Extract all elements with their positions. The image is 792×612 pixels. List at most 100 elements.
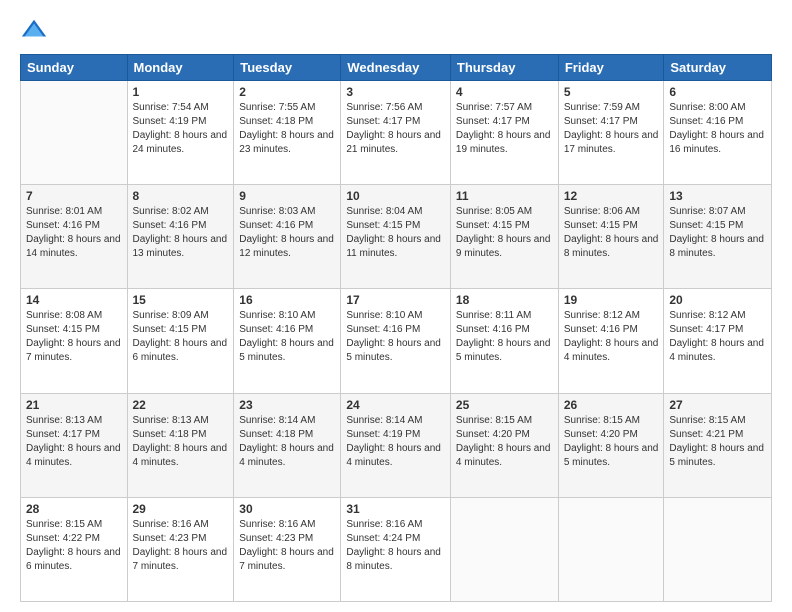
day-info: Sunrise: 7:55 AMSunset: 4:18 PMDaylight:… (239, 101, 335, 157)
calendar: SundayMondayTuesdayWednesdayThursdayFrid… (20, 54, 772, 602)
calendar-cell: 23 Sunrise: 8:14 AMSunset: 4:18 PMDayligh… (234, 393, 341, 497)
logo (20, 16, 52, 44)
calendar-cell: 22 Sunrise: 8:13 AMSunset: 4:18 PMDayligh… (127, 393, 234, 497)
day-info: Sunrise: 7:54 AMSunset: 4:19 PMDaylight:… (133, 101, 229, 157)
day-number: 1 (133, 85, 229, 99)
calendar-cell: 2Sunrise: 7:55 AMSunset: 4:18 PMDaylight… (234, 81, 341, 185)
calendar-cell: 6 Sunrise: 8:00 AMSunset: 4:16 PMDaylight… (664, 81, 772, 185)
day-info: Sunrise: 8:14 AMSunset: 4:19 PMDaylight:… (346, 414, 445, 470)
day-number: 21 (26, 398, 122, 412)
calendar-cell: 25 Sunrise: 8:15 AMSunset: 4:20 PMDayligh… (450, 393, 558, 497)
calendar-cell: 13 Sunrise: 8:07 AMSunset: 4:15 PMDayligh… (664, 185, 772, 289)
calendar-header-monday: Monday (127, 55, 234, 81)
calendar-cell: 27Sunrise: 8:15 AMSunset: 4:21 PMDayligh… (664, 393, 772, 497)
calendar-header-row: SundayMondayTuesdayWednesdayThursdayFrid… (21, 55, 772, 81)
day-info: Sunrise: 8:14 AMSunset: 4:18 PMDaylight:… (239, 414, 335, 470)
day-info: Sunrise: 7:59 AMSunset: 4:17 PMDaylight:… (564, 101, 659, 157)
day-info: Sunrise: 7:56 AMSunset: 4:17 PMDaylight:… (346, 101, 445, 157)
day-number: 9 (239, 189, 335, 203)
calendar-week-0: 1 Sunrise: 7:54 AMSunset: 4:19 PMDaylight… (21, 81, 772, 185)
day-info: Sunrise: 8:08 AMSunset: 4:15 PMDaylight:… (26, 309, 122, 365)
calendar-cell (558, 497, 664, 601)
day-number: 16 (239, 293, 335, 307)
day-number: 29 (133, 502, 229, 516)
day-number: 17 (346, 293, 445, 307)
day-number: 7 (26, 189, 122, 203)
day-info: Sunrise: 8:15 AMSunset: 4:21 PMDaylight:… (669, 414, 766, 470)
day-info: Sunrise: 8:16 AMSunset: 4:23 PMDaylight:… (239, 518, 335, 574)
day-number: 8 (133, 189, 229, 203)
calendar-cell: 18 Sunrise: 8:11 AMSunset: 4:16 PMDayligh… (450, 289, 558, 393)
day-info: Sunrise: 8:15 AMSunset: 4:20 PMDaylight:… (564, 414, 659, 470)
day-number: 5 (564, 85, 659, 99)
calendar-cell: 15Sunrise: 8:09 AMSunset: 4:15 PMDayligh… (127, 289, 234, 393)
calendar-cell: 11Sunrise: 8:05 AMSunset: 4:15 PMDayligh… (450, 185, 558, 289)
day-info: Sunrise: 8:00 AMSunset: 4:16 PMDaylight:… (669, 101, 766, 157)
day-info: Sunrise: 8:15 AMSunset: 4:22 PMDaylight:… (26, 518, 122, 574)
calendar-cell: 31Sunrise: 8:16 AMSunset: 4:24 PMDayligh… (341, 497, 451, 601)
day-info: Sunrise: 8:10 AMSunset: 4:16 PMDaylight:… (346, 309, 445, 365)
day-number: 20 (669, 293, 766, 307)
day-number: 28 (26, 502, 122, 516)
day-info: Sunrise: 8:04 AMSunset: 4:15 PMDaylight:… (346, 205, 445, 261)
calendar-week-4: 28 Sunrise: 8:15 AMSunset: 4:22 PMDayligh… (21, 497, 772, 601)
day-info: Sunrise: 8:03 AMSunset: 4:16 PMDaylight:… (239, 205, 335, 261)
page: SundayMondayTuesdayWednesdayThursdayFrid… (0, 0, 792, 612)
day-info: Sunrise: 8:06 AMSunset: 4:15 PMDaylight:… (564, 205, 659, 261)
calendar-header-friday: Friday (558, 55, 664, 81)
day-number: 14 (26, 293, 122, 307)
day-number: 22 (133, 398, 229, 412)
day-number: 15 (133, 293, 229, 307)
calendar-cell: 24 Sunrise: 8:14 AMSunset: 4:19 PMDayligh… (341, 393, 451, 497)
calendar-cell (664, 497, 772, 601)
day-number: 13 (669, 189, 766, 203)
day-number: 23 (239, 398, 335, 412)
calendar-cell: 3Sunrise: 7:56 AMSunset: 4:17 PMDaylight… (341, 81, 451, 185)
day-info: Sunrise: 8:11 AMSunset: 4:16 PMDaylight:… (456, 309, 553, 365)
day-info: Sunrise: 8:05 AMSunset: 4:15 PMDaylight:… (456, 205, 553, 261)
calendar-cell: 5 Sunrise: 7:59 AMSunset: 4:17 PMDaylight… (558, 81, 664, 185)
day-info: Sunrise: 8:07 AMSunset: 4:15 PMDaylight:… (669, 205, 766, 261)
calendar-cell: 28 Sunrise: 8:15 AMSunset: 4:22 PMDayligh… (21, 497, 128, 601)
calendar-header-wednesday: Wednesday (341, 55, 451, 81)
day-info: Sunrise: 8:13 AMSunset: 4:18 PMDaylight:… (133, 414, 229, 470)
calendar-cell (21, 81, 128, 185)
calendar-cell: 10Sunrise: 8:04 AMSunset: 4:15 PMDayligh… (341, 185, 451, 289)
day-number: 4 (456, 85, 553, 99)
calendar-cell: 12Sunrise: 8:06 AMSunset: 4:15 PMDayligh… (558, 185, 664, 289)
day-number: 25 (456, 398, 553, 412)
calendar-week-1: 7 Sunrise: 8:01 AMSunset: 4:16 PMDaylight… (21, 185, 772, 289)
day-number: 26 (564, 398, 659, 412)
calendar-cell: 19 Sunrise: 8:12 AMSunset: 4:16 PMDayligh… (558, 289, 664, 393)
calendar-cell: 30 Sunrise: 8:16 AMSunset: 4:23 PMDayligh… (234, 497, 341, 601)
day-info: Sunrise: 8:15 AMSunset: 4:20 PMDaylight:… (456, 414, 553, 470)
calendar-cell (450, 497, 558, 601)
calendar-header-tuesday: Tuesday (234, 55, 341, 81)
day-number: 19 (564, 293, 659, 307)
logo-icon (20, 16, 48, 44)
calendar-cell: 9 Sunrise: 8:03 AMSunset: 4:16 PMDaylight… (234, 185, 341, 289)
day-number: 24 (346, 398, 445, 412)
calendar-header-sunday: Sunday (21, 55, 128, 81)
calendar-header-thursday: Thursday (450, 55, 558, 81)
calendar-week-2: 14 Sunrise: 8:08 AMSunset: 4:15 PMDayligh… (21, 289, 772, 393)
day-info: Sunrise: 8:12 AMSunset: 4:16 PMDaylight:… (564, 309, 659, 365)
day-number: 30 (239, 502, 335, 516)
calendar-cell: 8 Sunrise: 8:02 AMSunset: 4:16 PMDaylight… (127, 185, 234, 289)
calendar-cell: 4 Sunrise: 7:57 AMSunset: 4:17 PMDaylight… (450, 81, 558, 185)
day-info: Sunrise: 8:01 AMSunset: 4:16 PMDaylight:… (26, 205, 122, 261)
calendar-cell: 17 Sunrise: 8:10 AMSunset: 4:16 PMDayligh… (341, 289, 451, 393)
header (20, 16, 772, 44)
calendar-cell: 26 Sunrise: 8:15 AMSunset: 4:20 PMDayligh… (558, 393, 664, 497)
calendar-cell: 21Sunrise: 8:13 AMSunset: 4:17 PMDayligh… (21, 393, 128, 497)
day-info: Sunrise: 8:02 AMSunset: 4:16 PMDaylight:… (133, 205, 229, 261)
day-info: Sunrise: 8:16 AMSunset: 4:24 PMDaylight:… (346, 518, 445, 574)
calendar-cell: 1 Sunrise: 7:54 AMSunset: 4:19 PMDaylight… (127, 81, 234, 185)
day-info: Sunrise: 7:57 AMSunset: 4:17 PMDaylight:… (456, 101, 553, 157)
day-number: 18 (456, 293, 553, 307)
calendar-cell: 20Sunrise: 8:12 AMSunset: 4:17 PMDayligh… (664, 289, 772, 393)
calendar-cell: 14 Sunrise: 8:08 AMSunset: 4:15 PMDayligh… (21, 289, 128, 393)
day-number: 6 (669, 85, 766, 99)
calendar-cell: 29Sunrise: 8:16 AMSunset: 4:23 PMDayligh… (127, 497, 234, 601)
day-info: Sunrise: 8:10 AMSunset: 4:16 PMDaylight:… (239, 309, 335, 365)
